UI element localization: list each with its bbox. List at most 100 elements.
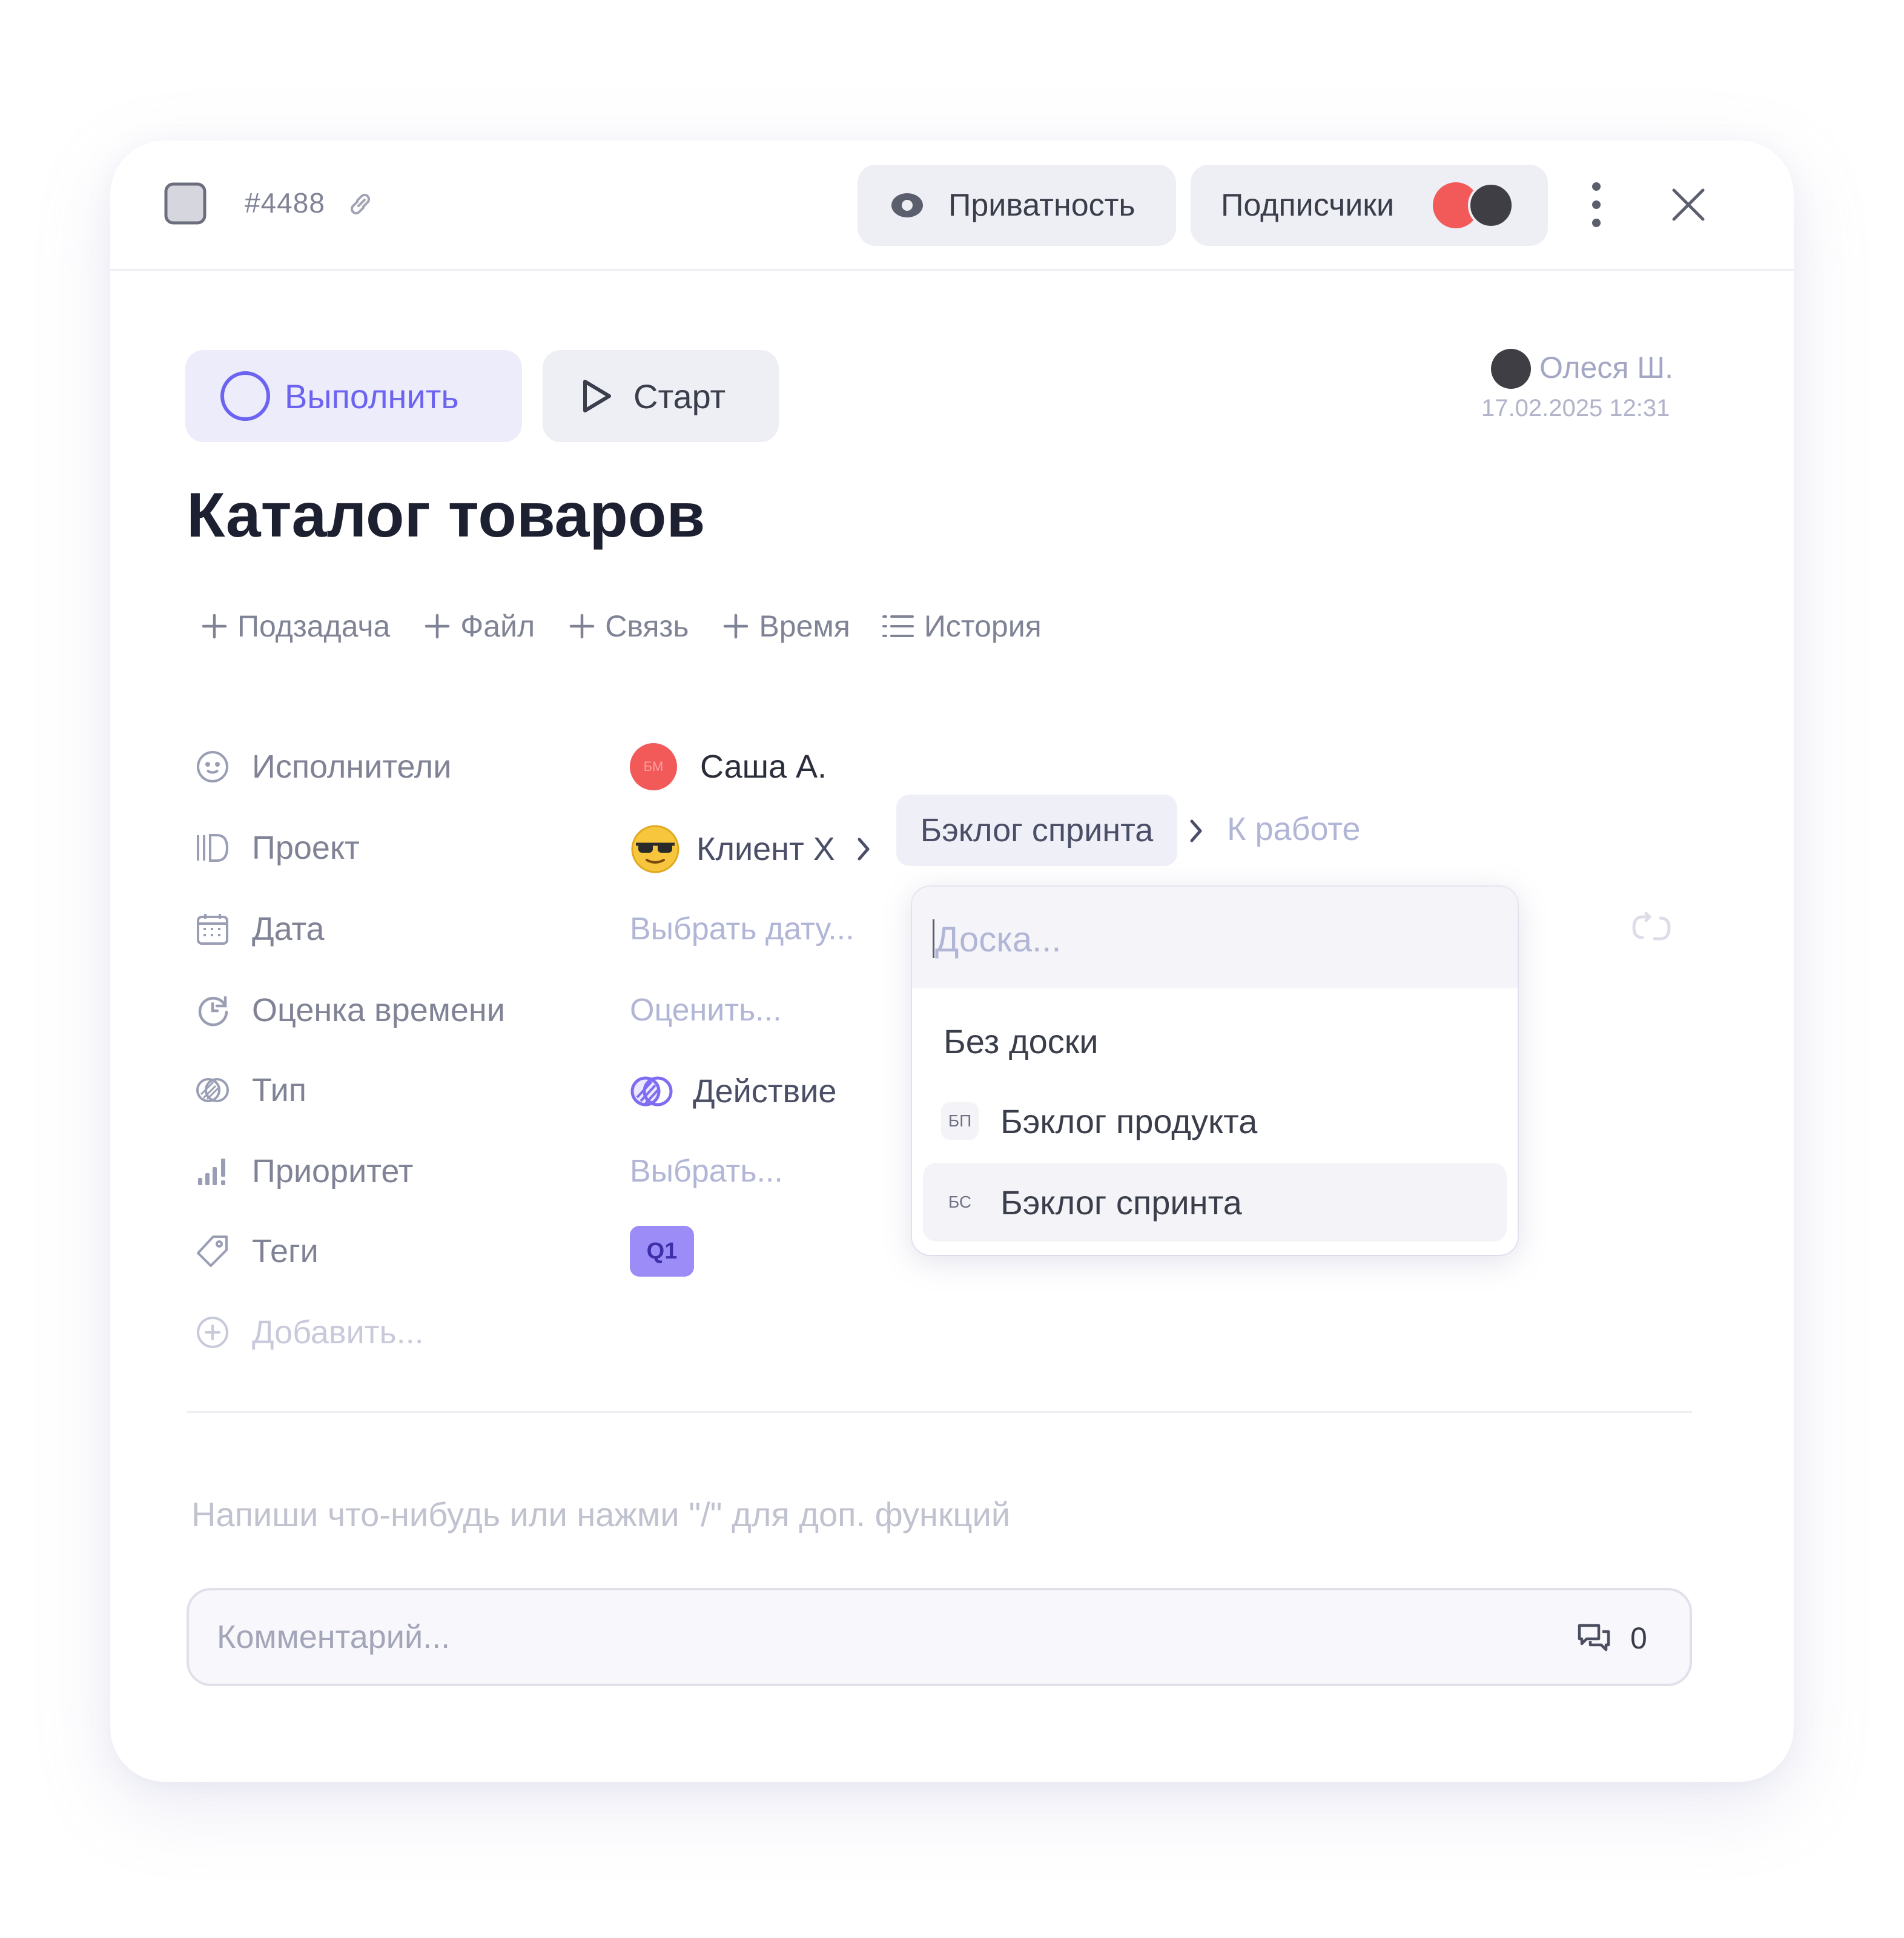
assignee-chip[interactable]: БМ Саша А. <box>630 742 827 791</box>
plus-icon <box>722 613 749 640</box>
board-abbr-badge: БС <box>941 1183 979 1221</box>
privacy-label: Приватность <box>948 188 1135 223</box>
complete-button[interactable]: Выполнить <box>185 350 522 442</box>
text-cursor <box>933 919 934 958</box>
sidebar-toggle-icon[interactable] <box>164 182 207 225</box>
board-abbr-badge: БП <box>941 1102 979 1140</box>
add-file-button[interactable]: Файл <box>424 609 535 644</box>
field-date: Дата <box>195 905 325 953</box>
comments-count: 0 <box>1630 1621 1647 1655</box>
type-label: Тип <box>252 1072 307 1108</box>
field-priority: Приоритет <box>195 1147 413 1196</box>
column-selector[interactable]: К работе <box>1227 810 1360 848</box>
project-client[interactable]: Клиент X <box>696 830 835 868</box>
file-label: Файл <box>460 609 535 643</box>
field-project: Проект <box>195 824 360 872</box>
add-field-button[interactable]: Добавить... <box>195 1308 424 1357</box>
subscribers-button[interactable]: Подписчики <box>1191 165 1548 246</box>
tag-icon <box>195 1234 230 1269</box>
history-button[interactable]: История <box>882 609 1042 644</box>
task-id: #4488 <box>245 187 325 219</box>
board-option-label: Без доски <box>944 1022 1099 1060</box>
subscriber-avatar-2 <box>1468 182 1514 228</box>
plus-icon <box>569 613 595 640</box>
section-divider <box>187 1411 1692 1413</box>
field-type: Тип <box>195 1066 306 1114</box>
type-value: Действие <box>693 1073 837 1110</box>
priority-select[interactable]: Выбрать... <box>630 1153 783 1189</box>
add-time-button[interactable]: Время <box>722 609 850 644</box>
quick-actions: Подзадача Файл Связь Время История <box>201 602 1042 650</box>
more-icon[interactable] <box>1585 180 1607 229</box>
topbar-divider <box>110 269 1794 271</box>
tags-label: Теги <box>252 1233 319 1269</box>
priority-label: Приоритет <box>252 1153 414 1189</box>
board-option-label: Бэклог спринта <box>1000 1183 1242 1222</box>
chevron-right-icon <box>854 836 873 862</box>
action-type-icon <box>630 1072 676 1111</box>
type-chip[interactable]: Действие <box>630 1067 836 1116</box>
chevron-right-icon <box>1187 818 1205 844</box>
author-avatar <box>1491 349 1531 389</box>
date-label: Дата <box>252 911 325 947</box>
history-label: История <box>924 609 1042 643</box>
type-icon <box>195 1073 230 1108</box>
date-picker[interactable]: Выбрать дату... <box>630 911 854 947</box>
task-modal: #4488 Приватность Подписчики Выполнить С… <box>110 141 1794 1782</box>
tag-label: Q1 <box>646 1238 678 1264</box>
assignee-name: Саша А. <box>700 749 827 785</box>
circle-check-icon <box>219 370 271 422</box>
link-label: Связь <box>605 609 689 643</box>
project-breadcrumb: Клиент X <box>630 824 873 875</box>
tag-chip[interactable]: Q1 <box>630 1226 694 1277</box>
clock-refresh-icon <box>195 993 230 1028</box>
repeat-icon[interactable] <box>1630 910 1673 946</box>
board-dropdown: Доска... Без доски БП Бэклог продукта БС… <box>912 887 1518 1255</box>
board-option-none[interactable]: Без доски <box>923 1002 1507 1080</box>
plus-circle-icon <box>195 1315 230 1350</box>
start-label: Старт <box>633 377 726 415</box>
author-name: Олеся Ш. <box>1539 351 1673 385</box>
smile-icon <box>195 749 230 784</box>
start-button[interactable]: Старт <box>543 350 779 442</box>
plus-icon <box>424 613 451 640</box>
board-selector[interactable]: Бэклог спринта <box>896 795 1177 866</box>
assignee-avatar: БМ <box>630 743 677 790</box>
privacy-button[interactable]: Приватность <box>858 165 1176 246</box>
board-search[interactable]: Доска... <box>912 887 1518 988</box>
estimate-input[interactable]: Оценить... <box>630 992 782 1028</box>
link-icon[interactable] <box>346 190 374 218</box>
comment-placeholder: Комментарий... <box>217 1619 451 1655</box>
board-option-label: Бэклог продукта <box>1000 1102 1258 1140</box>
field-estimate: Оценка времени <box>195 986 505 1034</box>
board-search-placeholder: Доска... <box>935 920 1062 959</box>
time-label: Время <box>759 609 850 643</box>
sunglasses-emoji-icon <box>630 824 681 875</box>
board-option-sprint-backlog[interactable]: БС Бэклог спринта <box>923 1163 1507 1242</box>
estimate-label: Оценка времени <box>252 992 505 1028</box>
task-title[interactable]: Каталог товаров <box>187 480 705 552</box>
comment-input[interactable]: Комментарий... 0 <box>187 1588 1692 1686</box>
calendar-icon <box>195 911 230 947</box>
add-field-label: Добавить... <box>252 1314 424 1351</box>
close-icon[interactable] <box>1669 185 1708 224</box>
priority-bars-icon <box>195 1154 230 1189</box>
board-option-product-backlog[interactable]: БП Бэклог продукта <box>923 1082 1507 1160</box>
description-editor[interactable]: Напиши что-нибудь или нажми "/" для доп.… <box>191 1495 1010 1534</box>
field-assignees: Исполнители <box>195 742 451 791</box>
subscribers-label: Подписчики <box>1221 188 1395 223</box>
author-timestamp: 17.02.2025 12:31 <box>1481 395 1670 422</box>
board-icon <box>195 830 230 865</box>
complete-label: Выполнить <box>285 377 459 415</box>
add-subtask-button[interactable]: Подзадача <box>201 609 390 644</box>
add-link-button[interactable]: Связь <box>569 609 689 644</box>
field-tags: Теги <box>195 1227 319 1275</box>
play-icon <box>581 378 613 414</box>
list-icon <box>882 613 914 640</box>
plus-icon <box>201 613 228 640</box>
comments-icon <box>1576 1621 1612 1655</box>
subtask-label: Подзадача <box>237 609 391 643</box>
eye-icon <box>890 188 924 222</box>
project-label: Проект <box>252 830 360 866</box>
assignees-label: Исполнители <box>252 749 452 785</box>
